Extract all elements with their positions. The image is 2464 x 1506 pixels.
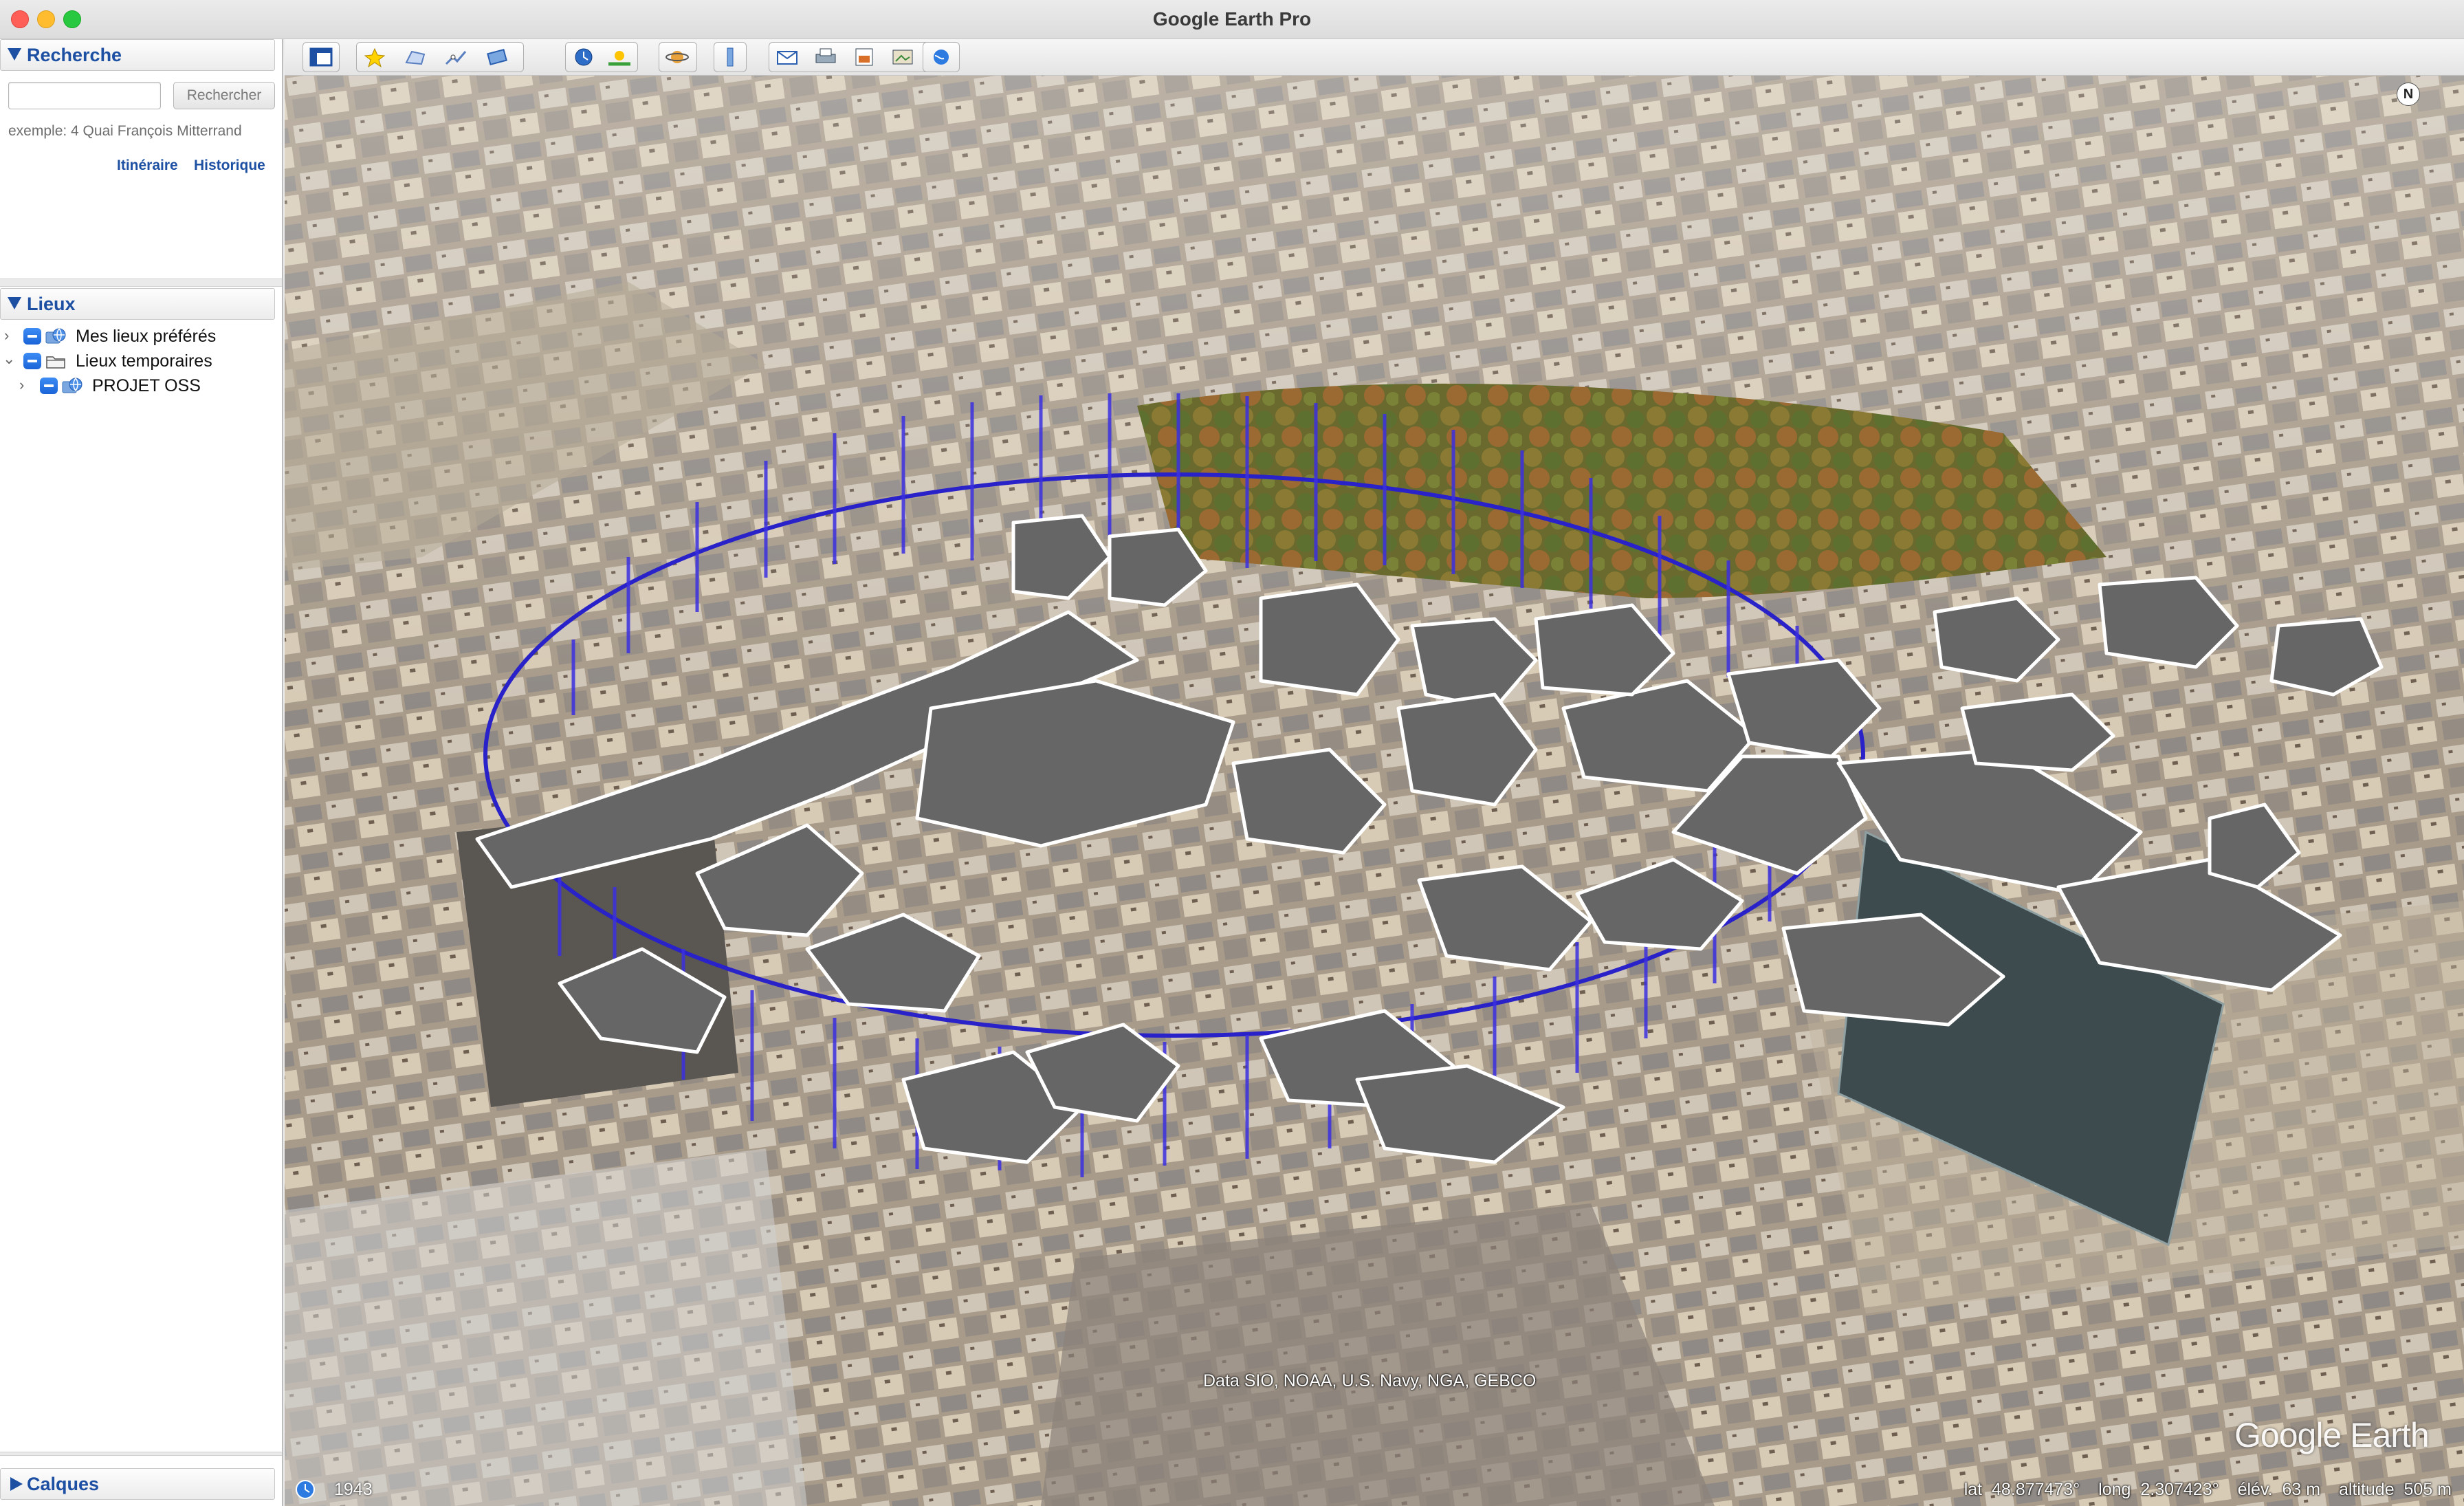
latitude-value: 48.877473°	[1992, 1480, 2080, 1499]
placemark-icon	[364, 47, 386, 68]
status-bar: 1943 lat 48.877473° long 2.307423° élév.…	[285, 1472, 2464, 1506]
search-section-header[interactable]: Recherche	[0, 39, 275, 71]
sunlight-icon	[608, 51, 630, 66]
polygon-icon	[405, 50, 426, 65]
planets-icon	[666, 51, 689, 63]
imagery-year: 1943	[334, 1480, 373, 1499]
earth-3d-view[interactable]: N Data SIO, NOAA, U.S. Navy, NGA, GEBCO …	[285, 76, 2464, 1506]
add-tools-group	[356, 42, 524, 72]
tree-item-favorites[interactable]: › Mes lieux préférés	[0, 325, 275, 349]
email-icon	[777, 51, 798, 65]
ruler-icon	[727, 47, 734, 67]
share-tools-group	[769, 42, 931, 72]
elevation-value: 63 m	[2282, 1480, 2321, 1499]
view-tools-group	[565, 42, 638, 72]
layers-section-header[interactable]: Calques	[0, 1468, 275, 1500]
google-earth-watermark: Google Earth	[2234, 1416, 2430, 1454]
expand-triangle-icon[interactable]	[10, 1477, 23, 1491]
planets-button[interactable]	[659, 42, 697, 72]
google-earth-button[interactable]	[923, 42, 960, 72]
ruler-button[interactable]	[714, 42, 747, 72]
globe-folder-icon	[45, 327, 66, 346]
altitude-label: altitude	[2338, 1480, 2395, 1499]
data-attribution: Data SIO, NOAA, U.S. Navy, NGA, GEBCO	[1203, 1371, 1537, 1390]
altitude-value: 505 m	[2404, 1480, 2452, 1499]
visibility-checkbox[interactable]	[23, 328, 41, 345]
tree-item-label: PROJET OSS	[92, 376, 201, 395]
search-button[interactable]: Rechercher	[173, 82, 275, 109]
places-section-header[interactable]: Lieux	[0, 288, 275, 320]
globe-folder-icon	[62, 376, 82, 395]
folder-icon	[45, 351, 66, 371]
sidebar: Recherche Rechercher exemple: 4 Quai Fra…	[0, 39, 283, 1506]
history-link[interactable]: Historique	[194, 157, 265, 174]
view-in-maps-icon	[892, 50, 913, 65]
chevron-right-icon[interactable]: ›	[19, 376, 24, 394]
coordinates-readout: lat 48.877473° long 2.307423° élév. 63 m…	[1964, 1480, 2452, 1500]
elevation-label: élév.	[2237, 1480, 2273, 1499]
tree-item-label: Lieux temporaires	[76, 351, 212, 371]
search-example-text: exemple: 4 Quai François Mitterrand	[8, 123, 242, 139]
title-bar: Google Earth Pro	[0, 0, 2464, 39]
chevron-right-icon[interactable]: ›	[4, 327, 9, 345]
save-image-icon	[855, 48, 873, 66]
tree-item-label: Mes lieux préférés	[76, 327, 217, 346]
search-section-title: Recherche	[27, 45, 122, 65]
tree-item-temporary-places[interactable]: ⌄ Lieux temporaires	[0, 350, 275, 373]
city-scene	[285, 76, 2464, 1506]
image-overlay-icon	[487, 48, 507, 66]
panel-splitter[interactable]	[0, 279, 282, 287]
places-section-title: Lieux	[27, 294, 76, 314]
path-icon	[445, 51, 467, 65]
itinerary-link[interactable]: Itinéraire	[117, 157, 178, 174]
sidebar-toggle-button[interactable]	[302, 42, 340, 72]
sidebar-toggle-icon	[309, 47, 333, 67]
panel-splitter[interactable]	[0, 1452, 282, 1456]
main-toolbar	[285, 39, 2464, 76]
collapse-triangle-icon[interactable]	[8, 48, 21, 61]
compass-north-indicator[interactable]: N	[2397, 83, 2420, 106]
visibility-checkbox[interactable]	[23, 353, 41, 369]
print-icon	[815, 48, 836, 63]
historical-imagery-icon[interactable]	[294, 1478, 316, 1500]
historical-imagery-icon	[575, 48, 593, 66]
visibility-checkbox[interactable]	[40, 378, 58, 394]
longitude-label: long	[2098, 1480, 2131, 1499]
layers-section-title: Calques	[27, 1474, 100, 1494]
search-input[interactable]	[8, 82, 161, 109]
window-title: Google Earth Pro	[1152, 8, 1312, 30]
longitude-value: 2.307423°	[2140, 1480, 2219, 1499]
collapse-triangle-icon[interactable]	[8, 297, 21, 309]
chevron-down-icon[interactable]: ⌄	[3, 350, 15, 368]
latitude-label: lat	[1964, 1480, 1983, 1499]
google-earth-icon	[934, 50, 949, 65]
tree-item-projet-oss[interactable]: › PROJET OSS	[0, 375, 275, 398]
